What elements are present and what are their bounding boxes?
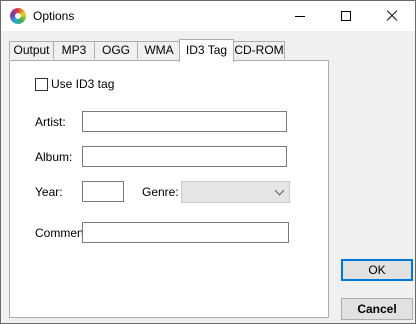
use-id3-tag-label[interactable]: Use ID3 tag	[51, 77, 114, 91]
maximize-icon[interactable]	[323, 1, 369, 31]
genre-label: Genre:	[142, 185, 179, 199]
cancel-button[interactable]: Cancel	[341, 298, 413, 320]
tab-cd-rom[interactable]: CD-ROM	[233, 41, 285, 59]
comment-input[interactable]	[82, 222, 289, 243]
tab-id3-tag[interactable]: ID3 Tag	[179, 39, 234, 62]
close-icon[interactable]	[369, 1, 415, 31]
chevron-down-icon	[274, 185, 285, 196]
tab-output[interactable]: Output	[9, 41, 54, 59]
use-id3-tag-checkbox[interactable]	[35, 78, 48, 91]
tab-ogg[interactable]: OGG	[94, 41, 138, 59]
tab-wma[interactable]: WMA	[137, 41, 181, 59]
window-title: Options	[33, 9, 75, 23]
app-color-wheel-icon	[10, 8, 26, 24]
minimize-icon[interactable]	[277, 1, 323, 31]
ok-button[interactable]: OK	[341, 259, 413, 281]
year-label: Year:	[35, 185, 63, 199]
title-bar[interactable]: Options	[1, 1, 415, 31]
options-window: Options Output MP3 OGG WMA ID3 Tag CD-RO…	[0, 0, 416, 324]
year-input[interactable]	[82, 181, 124, 202]
album-input[interactable]	[82, 146, 287, 167]
genre-dropdown[interactable]	[181, 181, 290, 203]
artist-label: Artist:	[35, 115, 66, 129]
album-label: Album:	[35, 150, 73, 164]
artist-input[interactable]	[82, 111, 287, 132]
tab-mp3[interactable]: MP3	[53, 41, 95, 59]
